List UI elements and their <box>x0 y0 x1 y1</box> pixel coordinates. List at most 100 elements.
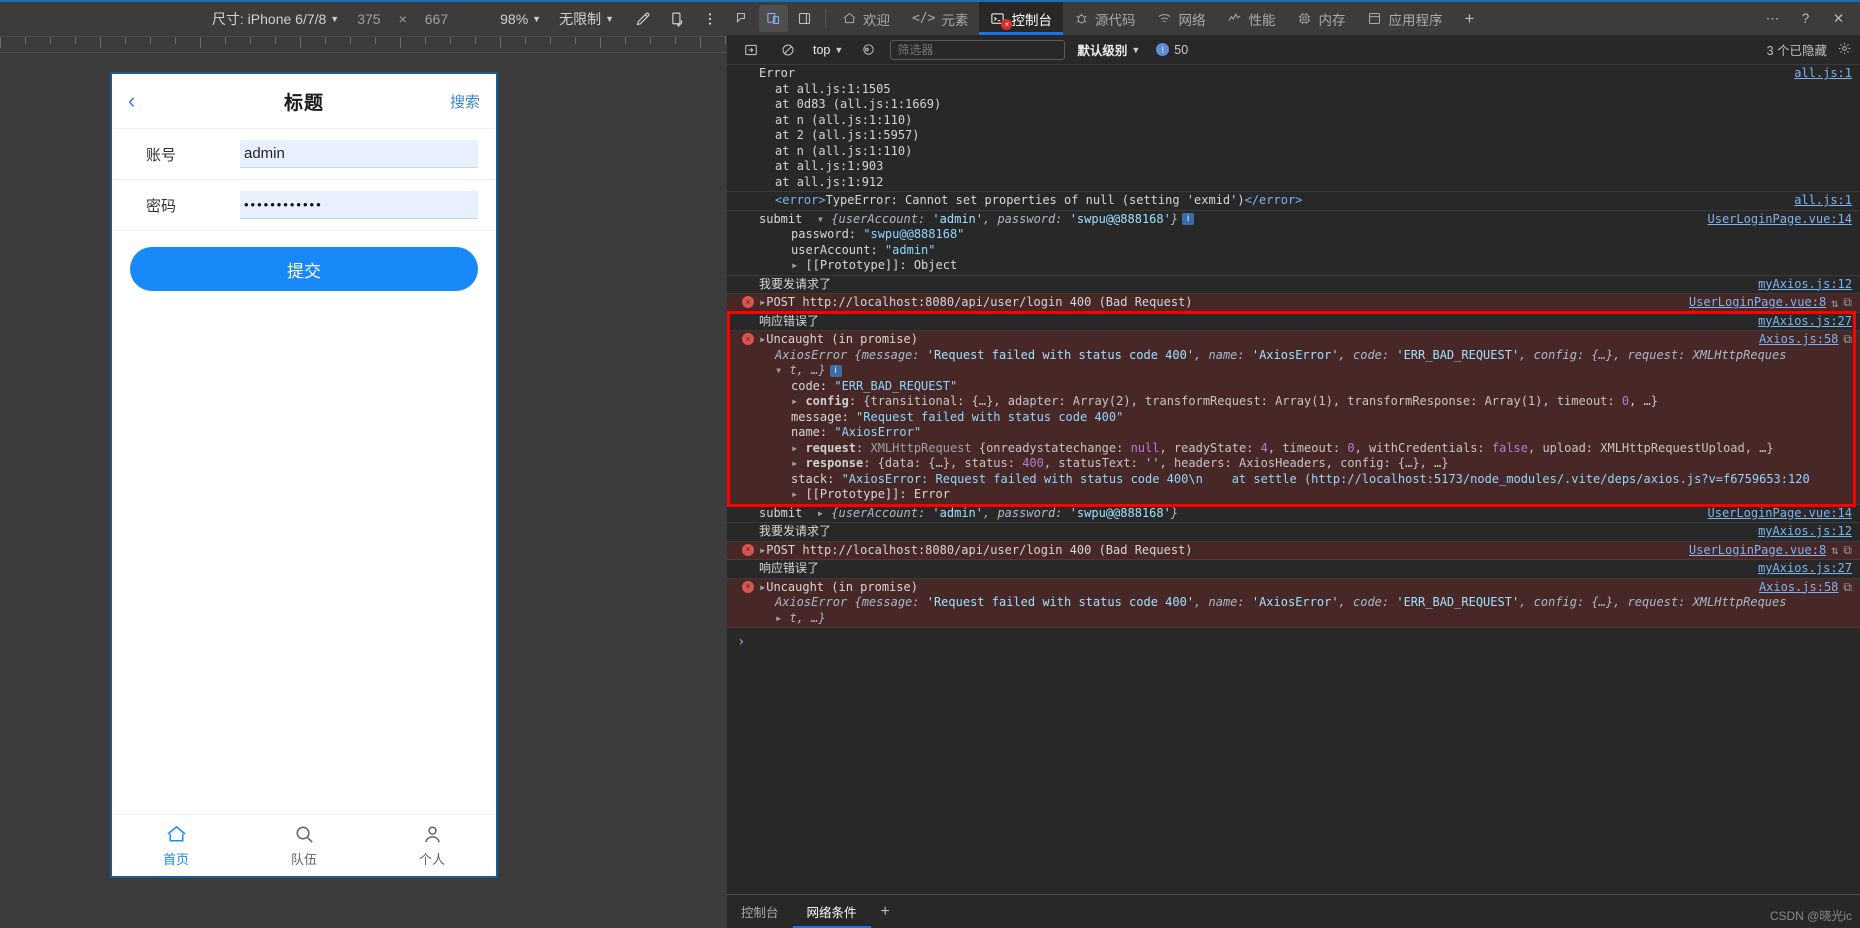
source-link[interactable]: UserLoginPage.vue:8 <box>1689 295 1826 309</box>
source-link[interactable]: UserLoginPage.vue:14 <box>1708 212 1853 226</box>
rotate-device-icon[interactable] <box>667 8 689 30</box>
issues-counter[interactable]: ! 50 <box>1156 43 1188 57</box>
copy-icon[interactable]: ⧉ <box>1843 580 1852 595</box>
copy-icon[interactable]: ⧉ <box>1843 295 1852 310</box>
network-request-icon[interactable]: ⇅ <box>1831 543 1838 557</box>
source-link[interactable]: all.js:1:110 <box>818 144 905 158</box>
console-message-line: code: "ERR_BAD_REQUEST" <box>727 379 1860 395</box>
console-log-message[interactable]: 响应错误了 myAxios.js:27 <box>727 560 1860 579</box>
console-log-message[interactable]: submit ▸ {userAccount: 'admin', password… <box>727 505 1860 523</box>
execution-context-select[interactable]: top ▼ <box>809 43 847 57</box>
source-link[interactable]: all.js:1:5957 <box>818 128 912 142</box>
copy-icon[interactable]: ⧉ <box>1843 543 1852 558</box>
source-link[interactable]: UserLoginPage.vue:14 <box>1708 506 1853 520</box>
tabbar-item-profile[interactable]: 个人 <box>368 815 496 876</box>
context-value: top <box>813 42 831 57</box>
info-icon[interactable]: i <box>1182 213 1195 225</box>
tabbar-item-team[interactable]: 队伍 <box>240 815 368 876</box>
tab-network[interactable]: 网络 <box>1146 2 1216 35</box>
console-error-message[interactable]: × ▸POST http://localhost:8080/api/user/lo… <box>727 294 1860 313</box>
zoom-select[interactable]: 98% ▼ <box>491 11 550 27</box>
tab-memory[interactable]: 内存 <box>1286 2 1356 35</box>
eyedropper-icon[interactable] <box>631 8 653 30</box>
toggle-sidebar-icon[interactable] <box>789 2 820 35</box>
gear-icon[interactable] <box>1837 41 1852 59</box>
source-link[interactable]: UserLoginPage.vue:8 <box>1689 543 1826 557</box>
console-token: "ERR_BAD_REQUEST" <box>834 378 958 393</box>
source-link[interactable]: all.js:1:912 <box>797 175 884 189</box>
console-line-text: submit ▾ {userAccount: 'admin', password… <box>759 212 1698 228</box>
tab-elements[interactable]: </> 元素 <box>901 2 979 35</box>
console-log-message[interactable]: 响应错误了 myAxios.js:27 <box>727 313 1860 331</box>
add-panel-button[interactable]: + <box>1453 2 1485 35</box>
devtools-pane: 欢迎 </> 元素 × 控制台 源代码 网络 性能 内存 应用程序 + ⋯ ? … <box>727 0 1860 928</box>
drawer-add-tab-button[interactable]: + <box>871 895 900 928</box>
submit-button[interactable]: 提交 <box>130 247 478 291</box>
search-link[interactable]: 搜索 <box>450 91 480 112</box>
console-log-message[interactable]: <error>TypeError: Cannot set properties … <box>727 192 1860 211</box>
clear-console-icon[interactable] <box>735 43 766 57</box>
source-link[interactable]: Axios.js:58 <box>1759 580 1838 594</box>
console-log-message[interactable]: Error all.js:1 at all.js:1:1505 at 0d83 (al… <box>727 65 1860 192</box>
console-message-line: ▾ t, …} i <box>727 363 1860 379</box>
source-link[interactable]: myAxios.js:27 <box>1758 561 1852 575</box>
tab-sources[interactable]: 源代码 <box>1063 2 1147 35</box>
device-size-select[interactable]: 尺寸: iPhone 6/7/8 ▼ <box>203 9 348 29</box>
account-input[interactable] <box>240 140 478 168</box>
throttling-select[interactable]: 无限制 ▼ <box>550 9 623 29</box>
console-error-message[interactable]: × ▸Uncaught (in promise) Axios.js:58 ⧉ Axios… <box>727 331 1860 505</box>
console-message-list[interactable]: Error all.js:1 at all.js:1:1505 at 0d83 (al… <box>727 65 1860 894</box>
source-link[interactable]: http://localhost:8080/api/user/login <box>802 543 1062 557</box>
console-prompt[interactable]: › <box>727 628 1860 656</box>
source-link[interactable]: myAxios.js:27 <box>1758 314 1852 328</box>
password-input[interactable] <box>240 191 478 219</box>
message-gutter <box>737 363 759 364</box>
console-error-message[interactable]: × ▸Uncaught (in promise) Axios.js:58 ⧉ Axios… <box>727 578 1860 628</box>
tab-welcome[interactable]: 欢迎 <box>831 2 901 35</box>
tab-console[interactable]: × 控制台 <box>979 2 1063 35</box>
copy-icon[interactable]: ⧉ <box>1843 332 1852 347</box>
message-gutter <box>737 144 759 145</box>
toggle-device-toolbar-icon[interactable] <box>759 5 788 32</box>
console-log-message[interactable]: submit ▾ {userAccount: 'admin', password… <box>727 211 1860 276</box>
close-icon[interactable]: ✕ <box>1823 11 1854 27</box>
drawer-tab-console[interactable]: 控制台 <box>727 895 793 928</box>
tab-performance[interactable]: 性能 <box>1216 2 1286 35</box>
more-options-icon[interactable]: ⋯ <box>1757 11 1788 27</box>
source-link[interactable]: all.js:1:903 <box>797 159 884 173</box>
no-entry-icon[interactable] <box>772 43 803 57</box>
info-icon[interactable]: i <box>829 364 842 377</box>
device-height-input[interactable]: 667 <box>416 11 457 27</box>
back-arrow-icon[interactable]: ‹ <box>128 90 135 112</box>
drawer-tab-network-conditions[interactable]: 网络条件 <box>792 895 871 928</box>
console-log-message[interactable]: 我要发请求了 myAxios.js:12 <box>727 523 1860 542</box>
source-link[interactable]: all.js:1 <box>1794 193 1852 207</box>
source-link[interactable]: myAxios.js:12 <box>1758 277 1852 291</box>
console-token: POST <box>766 295 803 309</box>
log-level-select[interactable]: 默认级别 ▼ <box>1077 40 1140 59</box>
console-error-message[interactable]: × ▸POST http://localhost:8080/api/user/lo… <box>727 541 1860 560</box>
help-icon[interactable]: ? <box>1790 11 1821 26</box>
source-link[interactable]: all.js:1:1505 <box>797 82 891 96</box>
source-link[interactable]: Axios.js:58 <box>1759 332 1838 346</box>
console-token: , readyState: <box>1159 440 1261 455</box>
console-token: </error> <box>1244 193 1303 207</box>
tabbar-label-team: 队伍 <box>290 852 317 867</box>
tabbar-item-home[interactable]: 首页 <box>112 815 240 876</box>
eye-icon[interactable] <box>853 42 884 57</box>
network-request-icon[interactable]: ⇅ <box>1831 296 1838 310</box>
tab-application[interactable]: 应用程序 <box>1356 2 1453 35</box>
console-filter-input[interactable] <box>890 39 1066 60</box>
console-line-text: message: "Request failed with status cod… <box>759 410 1852 426</box>
source-link[interactable]: myAxios.js:12 <box>1758 524 1852 538</box>
source-link[interactable]: all.js:1:110 <box>818 113 905 127</box>
source-link[interactable]: all.js:1 <box>1794 66 1852 80</box>
source-link[interactable]: http://localhost:8080/api/user/login <box>802 295 1062 309</box>
device-width-input[interactable]: 375 <box>348 11 389 27</box>
phone-viewport[interactable]: ‹ 标题 搜索 账号 密码 提交 <box>110 72 498 878</box>
source-link[interactable]: all.js:1:1669 <box>840 97 934 111</box>
console-token: ▾ <box>775 363 790 377</box>
console-log-message[interactable]: 我要发请求了 myAxios.js:12 <box>727 276 1860 294</box>
inspect-element-icon[interactable] <box>727 2 758 35</box>
more-vertical-icon[interactable] <box>699 8 721 30</box>
